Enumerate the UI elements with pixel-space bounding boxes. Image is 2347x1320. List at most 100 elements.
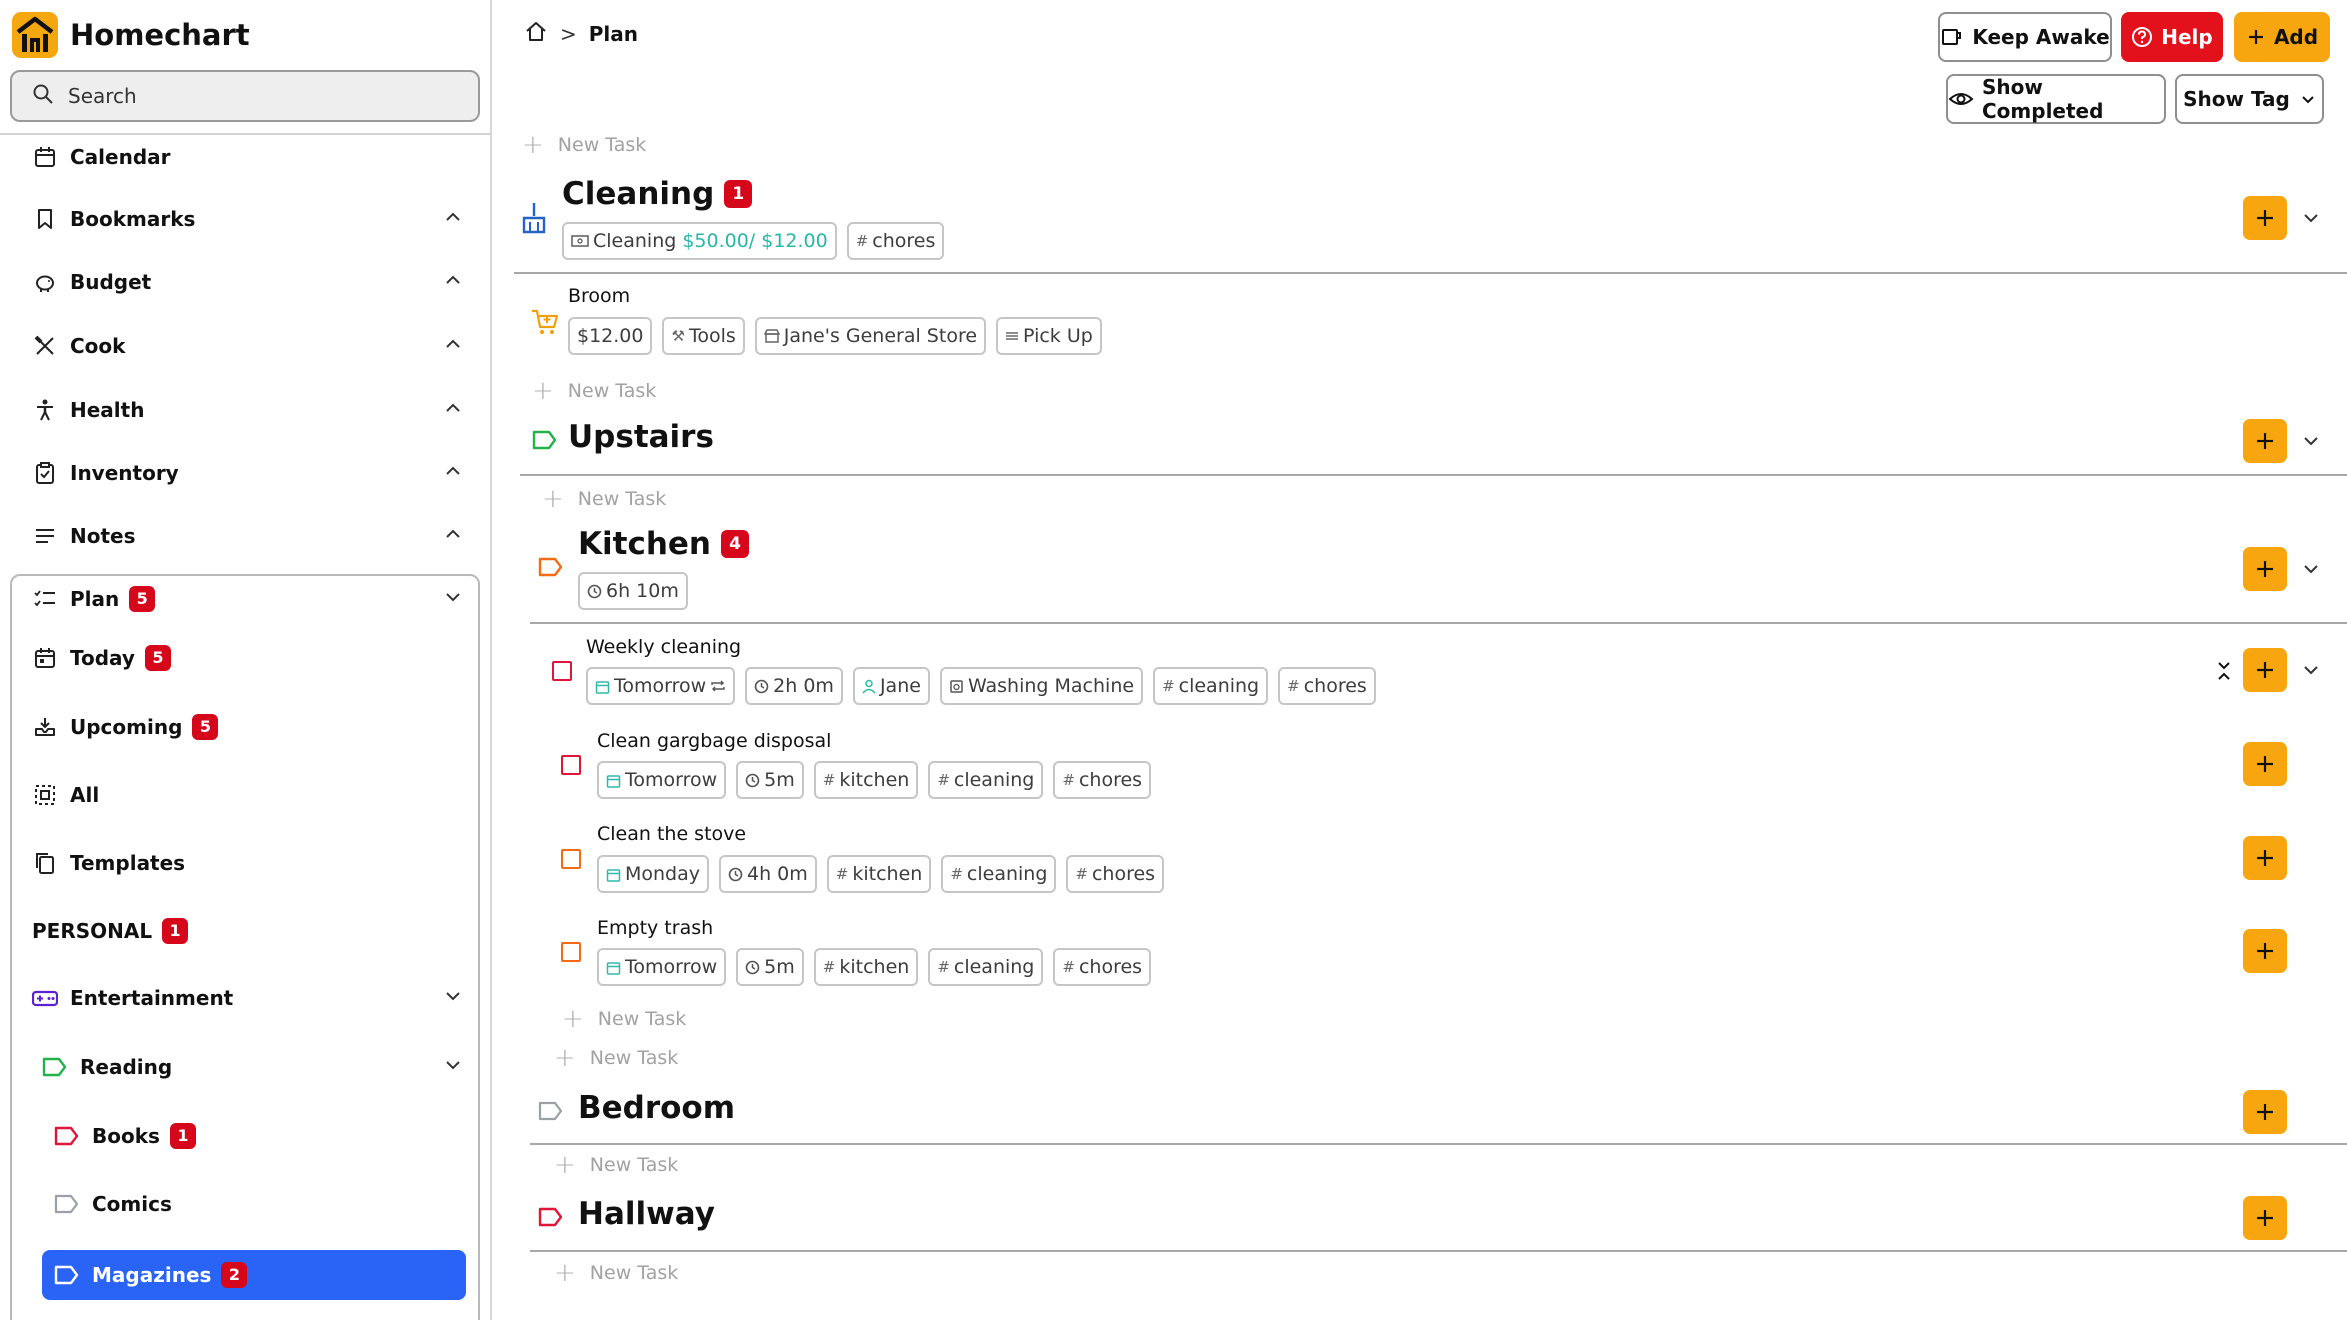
task-name[interactable]: Clean gargbage disposal [597,730,831,752]
brand[interactable]: Homechart [12,10,250,60]
date-pill[interactable]: Monday [597,855,710,893]
sidebar-item-comics[interactable]: Comics [54,1184,454,1224]
price-pill[interactable]: $12.00 [568,317,653,355]
task-name[interactable]: Empty trash [597,917,713,939]
chevron-up-icon[interactable] [444,207,462,231]
date-pill[interactable]: Tomorrow [597,761,727,799]
sidebar-item-notes[interactable]: Notes [32,516,462,556]
tag-pill[interactable]: # chores [1066,855,1165,893]
tag-pill[interactable]: # cleaning [1153,667,1269,705]
chevron-down-icon[interactable] [2302,209,2320,231]
add-task-button[interactable] [2243,836,2287,880]
assignee-pill[interactable]: Jane [852,667,930,705]
chevron-down-icon[interactable] [444,986,462,1010]
project-title-cleaning[interactable]: Cleaning 1 [562,176,753,212]
chevron-down-icon[interactable] [444,1055,462,1079]
sidebar-item-books[interactable]: Books 1 [54,1116,454,1156]
sidebar-item-budget[interactable]: Budget [32,262,462,302]
task-checkbox[interactable] [561,942,581,962]
sidebar-item-reading[interactable]: Reading [42,1047,462,1087]
sidebar-item-inventory[interactable]: Inventory [32,453,462,493]
budget-pill[interactable]: Cleaning $50.00/ $12.00 [562,222,837,260]
add-task-button[interactable] [2243,648,2287,692]
chevron-up-icon[interactable] [444,334,462,358]
tag-pill[interactable]: # kitchen [826,855,932,893]
project-title-upstairs[interactable]: Upstairs [568,419,714,455]
new-task-button[interactable]: + New Task [532,376,656,406]
date-pill[interactable]: Tomorrow [597,948,727,986]
task-name[interactable]: Weekly cleaning [586,636,741,658]
sidebar-item-today[interactable]: Today 5 [32,638,462,678]
chevron-up-icon[interactable] [444,524,462,548]
project-title-hallway[interactable]: Hallway [578,1196,715,1232]
sidebar-item-calendar[interactable]: Calendar [32,137,462,177]
new-task-button[interactable]: + New Task [562,1004,686,1034]
add-task-button[interactable] [2243,547,2287,591]
tag-pill[interactable]: # cleaning [928,761,1044,799]
show-completed-button[interactable]: Show Completed [1946,74,2166,124]
new-task-button[interactable]: + New Task [554,1150,678,1180]
tag-pill[interactable]: # chores [846,222,945,260]
sidebar-item-entertainment[interactable]: Entertainment [32,978,462,1018]
tag-pill[interactable]: # chores [1278,667,1376,705]
duration-pill[interactable]: 4h 0m [719,855,817,893]
new-task-button[interactable]: + New Task [542,484,666,514]
chevron-down-icon[interactable] [2302,560,2320,582]
add-task-button[interactable] [2243,1196,2287,1240]
home-icon[interactable] [524,20,548,47]
tag-pill[interactable]: # chores [1053,948,1152,986]
help-button[interactable]: Help [2121,12,2223,62]
chevron-up-icon[interactable] [444,398,462,422]
item-name[interactable]: Broom [568,285,630,307]
homechart-logo-icon [12,12,58,58]
collapse-icon[interactable] [2216,660,2232,686]
tag-pill[interactable]: # kitchen [813,948,919,986]
task-checkbox[interactable] [552,661,572,681]
chevron-down-icon[interactable] [444,587,462,611]
add-task-button[interactable] [2243,419,2287,463]
store-pill[interactable]: Jane's General Store [754,317,987,355]
sidebar-item-upcoming[interactable]: Upcoming 5 [32,707,462,747]
tag-pill[interactable]: # kitchen [813,761,919,799]
sidebar-item-cook[interactable]: Cook [32,326,462,366]
duration-pill[interactable]: 6h 10m [578,572,688,610]
new-task-button[interactable]: + New Task [554,1043,678,1073]
chevron-down-icon[interactable] [2302,661,2320,683]
project-title-bedroom[interactable]: Bedroom [578,1090,735,1126]
add-task-button[interactable] [2243,929,2287,973]
search-input[interactable]: Search [10,70,480,122]
add-task-button[interactable] [2243,1090,2287,1134]
show-tag-dropdown[interactable]: Show Tag [2175,74,2324,124]
add-task-button[interactable] [2243,742,2287,786]
duration-pill[interactable]: 2h 0m [745,667,843,705]
sidebar-item-templates[interactable]: Templates [32,843,462,883]
sidebar-item-label: Today [70,646,135,670]
new-task-button[interactable]: + New Task [554,1258,678,1288]
category-pill[interactable]: ⚒ Tools [662,317,745,355]
duration-pill[interactable]: 5m [736,761,804,799]
sidebar-item-all[interactable]: All [32,775,462,815]
project-title-kitchen[interactable]: Kitchen 4 [578,526,750,562]
sidebar-item-bookmarks[interactable]: Bookmarks [32,199,462,239]
item-pill[interactable]: Washing Machine [939,667,1144,705]
chevron-up-icon[interactable] [444,270,462,294]
tag-pill[interactable]: # cleaning [928,948,1044,986]
tag-pill[interactable]: # chores [1053,761,1152,799]
status-pill[interactable]: Pick Up [996,317,1102,355]
task-name[interactable]: Clean the stove [597,823,746,845]
sidebar-item-personal[interactable]: PERSONAL 1 [32,911,462,951]
sidebar-item-health[interactable]: Health [32,390,462,430]
add-task-button[interactable] [2243,196,2287,240]
new-task-button[interactable]: + New Task [522,130,646,160]
chevron-up-icon[interactable] [444,461,462,485]
task-checkbox[interactable] [561,755,581,775]
add-button[interactable]: Add [2234,12,2330,62]
tag-pill[interactable]: # cleaning [941,855,1057,893]
duration-pill[interactable]: 5m [736,948,804,986]
date-pill[interactable]: Tomorrow [586,667,736,705]
chevron-down-icon[interactable] [2302,432,2320,454]
task-checkbox[interactable] [561,849,581,869]
sidebar-item-plan[interactable]: Plan 5 [32,579,462,619]
sidebar-item-magazines[interactable]: Magazines 2 [54,1255,454,1295]
keep-awake-button[interactable]: Keep Awake [1938,12,2112,62]
